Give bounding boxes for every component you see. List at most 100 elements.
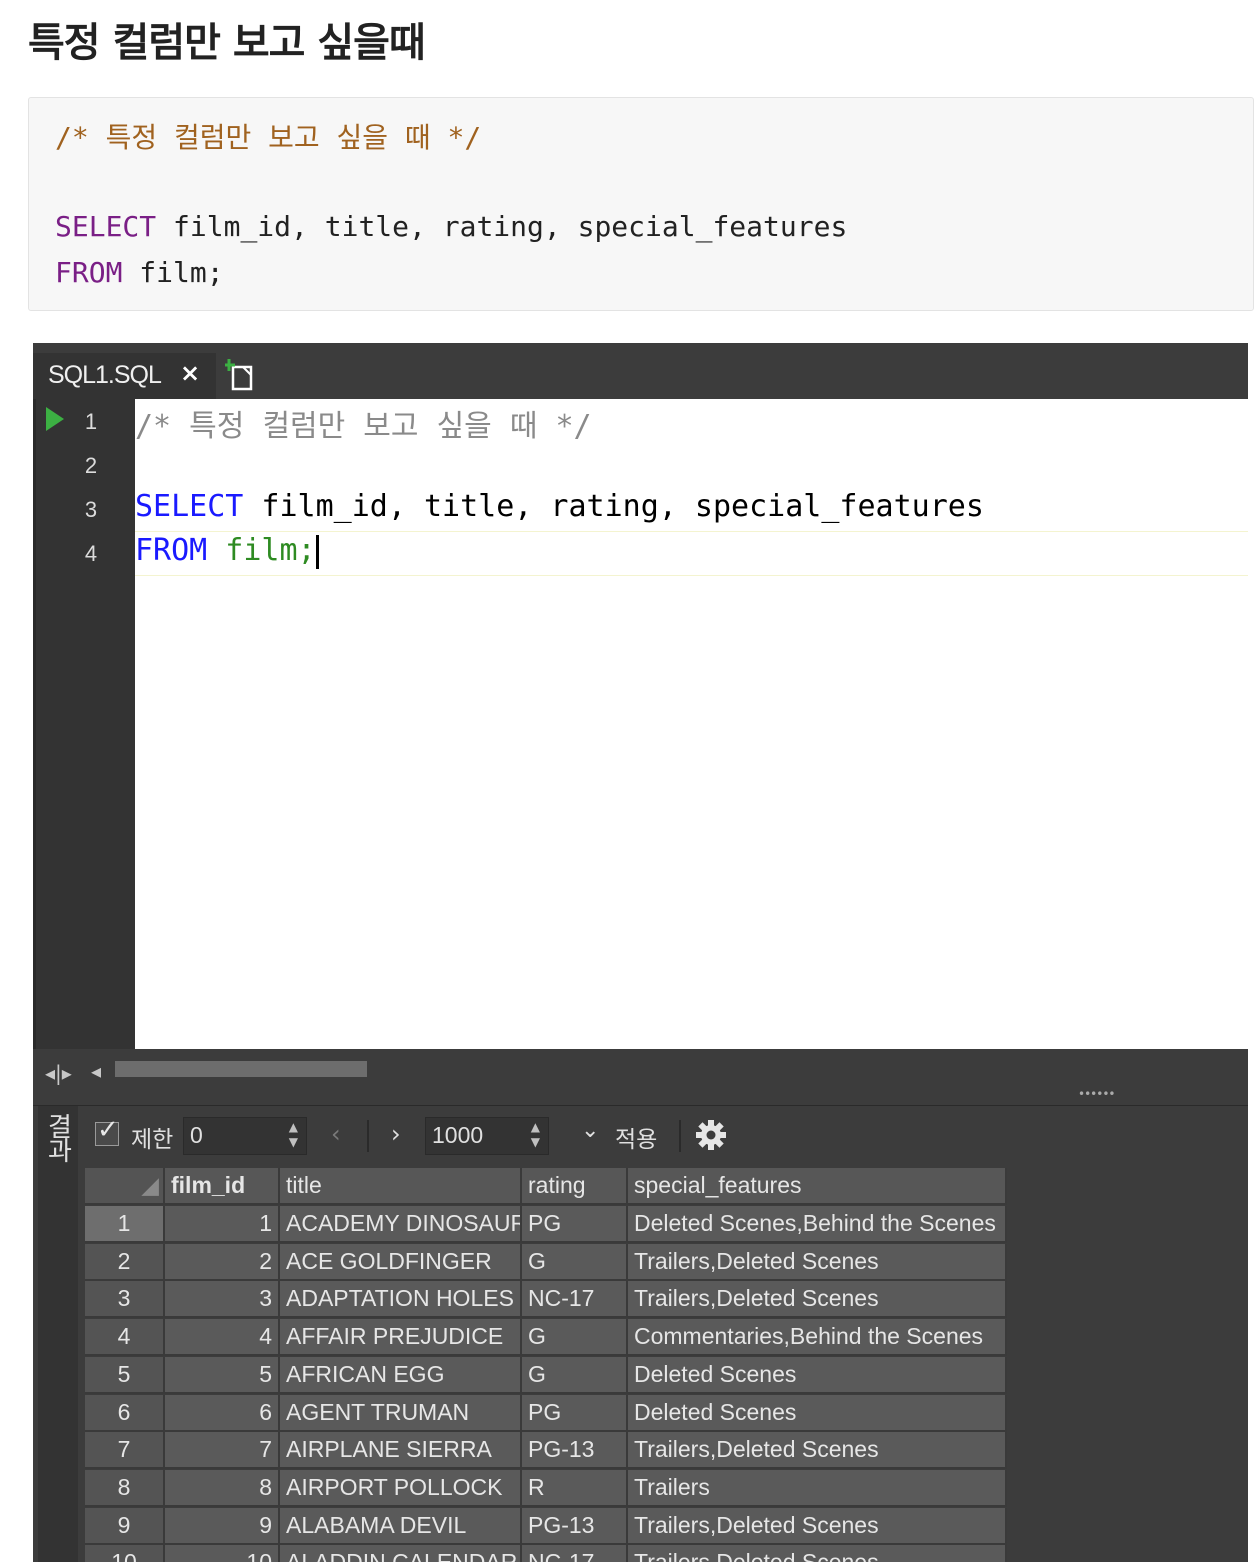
cell-special-features[interactable]: Trailers,Deleted Scenes: [628, 1281, 1007, 1319]
line-number: 3: [84, 497, 98, 522]
limit-stepper[interactable]: 1000 ▲ ▼: [425, 1117, 549, 1155]
horizontal-scrollbar[interactable]: ◂|▸ ◂ ••••••: [33, 1049, 1248, 1105]
column-header-film-id[interactable]: film_id: [165, 1168, 280, 1205]
limit-label: 제한: [131, 1127, 174, 1153]
apply-button[interactable]: 적용: [615, 1120, 657, 1154]
sql-editor[interactable]: /* 특정 컬럼만 보고 싶을 때 */ SELECT film_id, tit…: [135, 399, 1248, 1049]
table-row[interactable]: 2 2 ACE GOLDFINGER G Trailers,Deleted Scenes: [85, 1243, 1007, 1281]
row-number[interactable]: 2: [85, 1243, 165, 1281]
cell-special-features[interactable]: Deleted Scenes,Behind the Scenes: [628, 1206, 1007, 1243]
column-header-title[interactable]: title: [280, 1168, 522, 1205]
editor-comment-line: /* 특정 컬럼만 보고 싶을 때 */: [135, 409, 592, 444]
column-header-rating[interactable]: rating: [522, 1168, 628, 1205]
scroll-left-icon[interactable]: ◂: [91, 1059, 101, 1083]
editor-select-keyword: SELECT: [135, 489, 244, 524]
cell-film-id[interactable]: 7: [165, 1432, 280, 1470]
cell-title[interactable]: AGENT TRUMAN: [280, 1394, 522, 1432]
gear-icon[interactable]: [695, 1119, 727, 1151]
results-vertical-tab[interactable]: 결과: [38, 1106, 78, 1562]
cell-film-id[interactable]: 5: [165, 1356, 280, 1394]
table-row[interactable]: 1 1 ACADEMY DINOSAUR PG Deleted Scenes,Behin…: [85, 1206, 1007, 1243]
row-number[interactable]: 5: [85, 1356, 165, 1394]
cell-title[interactable]: ALABAMA DEVIL: [280, 1507, 522, 1545]
cell-film-id[interactable]: 4: [165, 1319, 280, 1357]
table-row[interactable]: 9 9 ALABAMA DEVIL PG-13 Trailers,Deleted Sce…: [85, 1507, 1007, 1545]
editor-from-keyword: FROM: [135, 533, 208, 568]
table-row[interactable]: 5 5 AFRICAN EGG G Deleted Scenes: [85, 1356, 1007, 1394]
cell-title[interactable]: ACADEMY DINOSAUR: [280, 1206, 522, 1243]
row-number[interactable]: 4: [85, 1319, 165, 1357]
cell-special-features[interactable]: Trailers,Deleted Scenes: [628, 1432, 1007, 1470]
cell-rating[interactable]: PG-13: [522, 1507, 628, 1545]
cell-title[interactable]: AFRICAN EGG: [280, 1356, 522, 1394]
split-handle-icon[interactable]: ◂|▸: [45, 1061, 72, 1085]
cell-rating[interactable]: G: [522, 1319, 628, 1357]
cell-film-id[interactable]: 6: [165, 1394, 280, 1432]
code-from-line: FROM film;: [55, 256, 224, 289]
scroll-thumb[interactable]: [115, 1061, 367, 1077]
corner-sort-icon[interactable]: ◢: [85, 1168, 165, 1205]
tab-sql1[interactable]: SQL1.SQL ×: [33, 353, 216, 399]
run-marker-icon[interactable]: [46, 407, 64, 431]
grid-header: ◢ film_id title rating special_features: [85, 1168, 1007, 1205]
cell-film-id[interactable]: 8: [165, 1469, 280, 1507]
cell-special-features[interactable]: Trailers,Deleted Scenes: [628, 1507, 1007, 1545]
cell-rating[interactable]: R: [522, 1469, 628, 1507]
cell-title[interactable]: AFFAIR PREJUDICE: [280, 1319, 522, 1357]
table-row[interactable]: 7 7 AIRPLANE SIERRA PG-13 Trailers,Deleted S…: [85, 1432, 1007, 1470]
cell-film-id[interactable]: 3: [165, 1281, 280, 1319]
cell-rating[interactable]: G: [522, 1356, 628, 1394]
cell-film-id[interactable]: 1: [165, 1206, 280, 1243]
cell-title[interactable]: AIRPORT POLLOCK: [280, 1469, 522, 1507]
column-header-special-features[interactable]: special_features: [628, 1168, 1007, 1205]
cell-rating[interactable]: PG: [522, 1206, 628, 1243]
cell-rating[interactable]: NC-17: [522, 1545, 628, 1562]
resize-grip-icon[interactable]: ••••••: [1078, 1087, 1115, 1101]
cell-film-id[interactable]: 2: [165, 1243, 280, 1281]
cell-special-features[interactable]: Deleted Scenes: [628, 1394, 1007, 1432]
row-number[interactable]: 1: [85, 1206, 165, 1243]
chevron-down-icon[interactable]: ⌄: [581, 1118, 599, 1143]
cell-film-id[interactable]: 9: [165, 1507, 280, 1545]
row-number[interactable]: 9: [85, 1507, 165, 1545]
cell-rating[interactable]: G: [522, 1243, 628, 1281]
row-number[interactable]: 7: [85, 1432, 165, 1470]
cell-rating[interactable]: NC-17: [522, 1281, 628, 1319]
row-number[interactable]: 3: [85, 1281, 165, 1319]
offset-stepper[interactable]: 0 ▲ ▼: [183, 1117, 307, 1155]
limit-checkbox[interactable]: [95, 1115, 119, 1146]
cell-title[interactable]: AIRPLANE SIERRA: [280, 1432, 522, 1470]
table-row[interactable]: 6 6 AGENT TRUMAN PG Deleted Scenes: [85, 1394, 1007, 1432]
toolbar-divider: [679, 1120, 681, 1152]
new-tab-icon[interactable]: [225, 357, 257, 391]
row-number[interactable]: 8: [85, 1469, 165, 1507]
table-row[interactable]: 4 4 AFFAIR PREJUDICE G Commentaries,Behind t…: [85, 1319, 1007, 1357]
table-row[interactable]: 1010ALADDIN CALENDARNC-17Trailers,Delete…: [85, 1545, 1007, 1562]
results-grid: ◢ film_id title rating special_features …: [85, 1168, 1007, 1562]
code-select-columns: film_id, title, rating, special_features: [156, 210, 848, 243]
line-number: 4: [84, 541, 98, 566]
cell-special-features[interactable]: Trailers,Deleted Scenes: [628, 1545, 1007, 1562]
previous-page-icon[interactable]: ‹: [331, 1120, 341, 1148]
stepper-arrows-icon[interactable]: ▲ ▼: [531, 1120, 540, 1150]
cell-title[interactable]: ACE GOLDFINGER: [280, 1243, 522, 1281]
line-number: 1: [84, 409, 98, 434]
close-tab-icon[interactable]: ×: [180, 359, 200, 387]
row-number[interactable]: 10: [85, 1545, 165, 1562]
cell-special-features[interactable]: Trailers: [628, 1469, 1007, 1507]
table-row[interactable]: 3 3 ADAPTATION HOLES NC-17 Trailers,Deleted …: [85, 1281, 1007, 1319]
cell-rating[interactable]: PG-13: [522, 1432, 628, 1470]
cell-film-id[interactable]: 10: [165, 1545, 280, 1562]
editor-select-columns: film_id, title, rating, special_features: [243, 489, 984, 524]
next-page-icon[interactable]: ›: [391, 1120, 401, 1148]
cell-title[interactable]: ADAPTATION HOLES: [280, 1281, 522, 1319]
stepper-arrows-icon[interactable]: ▲ ▼: [289, 1120, 298, 1150]
cell-special-features[interactable]: Commentaries,Behind the Scenes: [628, 1319, 1007, 1357]
row-number[interactable]: 6: [85, 1394, 165, 1432]
cell-title[interactable]: ALADDIN CALENDAR: [280, 1545, 522, 1562]
code-select-keyword: SELECT: [55, 210, 157, 243]
table-row[interactable]: 8 8 AIRPORT POLLOCK R Trailers: [85, 1469, 1007, 1507]
cell-rating[interactable]: PG: [522, 1394, 628, 1432]
cell-special-features[interactable]: Deleted Scenes: [628, 1356, 1007, 1394]
cell-special-features[interactable]: Trailers,Deleted Scenes: [628, 1243, 1007, 1281]
